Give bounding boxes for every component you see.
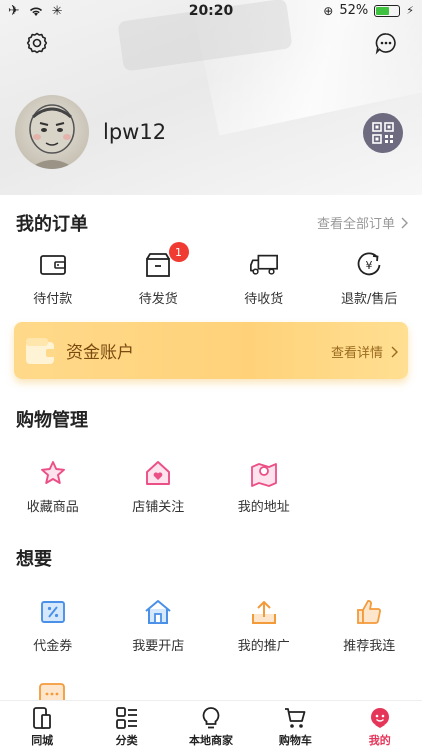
rotation-lock-icon: ⊕ xyxy=(323,3,334,18)
shopping-item-label: 店铺关注 xyxy=(132,500,185,515)
message-icon xyxy=(39,683,65,700)
followed-shops[interactable]: 店铺关注 xyxy=(106,458,212,515)
wallet-icon xyxy=(26,337,56,364)
chevron-right-icon xyxy=(401,217,408,228)
fund-account-title: 资金账户 xyxy=(66,343,134,363)
status-bar: ✈ ✳ 20:20 ⊕ 52% ⚡ xyxy=(0,0,422,24)
shopping-item-label: 收藏商品 xyxy=(26,500,79,515)
order-item-label: 待发货 xyxy=(138,292,178,307)
order-item-label: 退款/售后 xyxy=(341,292,398,307)
tab-label: 我的 xyxy=(368,734,391,747)
want-item-label: 我要开店 xyxy=(132,639,185,654)
tab-label: 分类 xyxy=(115,734,138,747)
refund-icon: ¥ xyxy=(357,252,381,276)
wallet-icon xyxy=(39,255,66,275)
shopping-item-label: 我的地址 xyxy=(237,500,290,515)
order-item-label: 待付款 xyxy=(33,292,73,307)
star-icon xyxy=(40,461,65,484)
avatar[interactable] xyxy=(15,95,89,169)
fund-account-card[interactable]: 资金账户 查看详情 xyxy=(14,322,408,379)
my-promotion[interactable]: 我的推广 xyxy=(211,597,317,654)
coupon-icon xyxy=(40,601,65,623)
store-icon xyxy=(145,600,171,624)
shopping-row: 收藏商品 店铺关注 我的地址 xyxy=(0,458,422,515)
order-item-label: 待收货 xyxy=(244,292,284,307)
tab-label: 本地商家 xyxy=(188,734,233,747)
want-item-label: 代金券 xyxy=(33,639,73,654)
notification-badge: 1 xyxy=(168,242,189,262)
view-all-orders-label: 查看全部订单 xyxy=(316,217,395,232)
shop-heart-icon xyxy=(146,461,171,485)
orders-title: 我的订单 xyxy=(16,214,88,235)
tab-bar: 同城 分类 本地商家 购物车 我的 xyxy=(0,700,422,750)
order-refund-aftersales[interactable]: ¥ 退款/售后 xyxy=(317,250,422,307)
mine-icon xyxy=(370,708,389,728)
chat-bubble-icon xyxy=(375,33,396,55)
favorite-products[interactable]: 收藏商品 xyxy=(0,458,106,515)
bulb-icon xyxy=(202,707,220,729)
tab-local[interactable]: 同城 xyxy=(0,701,84,750)
svg-text:¥: ¥ xyxy=(366,259,373,272)
recommend-us[interactable]: 推荐我连 xyxy=(317,597,422,654)
coupons[interactable]: 代金券 xyxy=(0,597,106,654)
tab-cart[interactable]: 购物车 xyxy=(253,701,337,750)
phone-icon xyxy=(33,707,52,729)
order-pending-receipt[interactable]: 待收货 xyxy=(211,250,317,307)
partial-item-icon[interactable] xyxy=(38,682,66,700)
cart-icon xyxy=(285,708,306,728)
map-pin-icon xyxy=(250,463,277,487)
tab-category[interactable]: 分类 xyxy=(84,701,168,750)
thumbs-up-icon xyxy=(357,600,382,624)
share-upload-icon xyxy=(251,601,276,624)
my-address[interactable]: 我的地址 xyxy=(211,458,317,515)
want-row: 代金券 我要开店 我的推广 推荐我连 xyxy=(0,597,422,654)
profile-section[interactable]: lpw12 xyxy=(15,95,166,169)
want-title: 想要 xyxy=(16,549,52,570)
battery-icon xyxy=(374,4,401,17)
charging-icon: ⚡ xyxy=(406,4,414,17)
category-icon xyxy=(115,707,137,729)
qr-code-icon xyxy=(372,122,394,144)
want-item-label: 我的推广 xyxy=(237,639,290,654)
tab-mine[interactable]: 我的 xyxy=(338,701,422,750)
tab-label: 购物车 xyxy=(278,734,312,747)
view-all-orders-link[interactable]: 查看全部订单 xyxy=(317,213,408,232)
gear-icon xyxy=(26,32,48,54)
settings-button[interactable] xyxy=(24,30,50,56)
tab-local-merchants[interactable]: 本地商家 xyxy=(169,701,253,750)
open-store[interactable]: 我要开店 xyxy=(106,597,212,654)
order-pending-payment[interactable]: 待付款 xyxy=(0,250,106,307)
want-item-label: 推荐我连 xyxy=(343,639,396,654)
fund-detail-label: 查看详情 xyxy=(330,346,383,361)
orders-row: 待付款 1 待发货 待收货 ¥ 退款/售后 xyxy=(0,242,422,307)
battery-percent: 52% xyxy=(339,3,369,18)
order-pending-shipment[interactable]: 1 待发货 xyxy=(106,242,212,307)
tab-label: 同城 xyxy=(31,734,54,747)
fund-detail-link[interactable]: 查看详情 xyxy=(331,342,398,361)
truck-icon xyxy=(249,254,278,275)
username: lpw12 xyxy=(103,120,167,144)
box-icon xyxy=(146,253,171,277)
messages-button[interactable] xyxy=(373,30,399,56)
shopping-title: 购物管理 xyxy=(16,410,88,431)
qr-code-button[interactable] xyxy=(363,113,403,153)
chevron-right-icon xyxy=(391,346,398,357)
